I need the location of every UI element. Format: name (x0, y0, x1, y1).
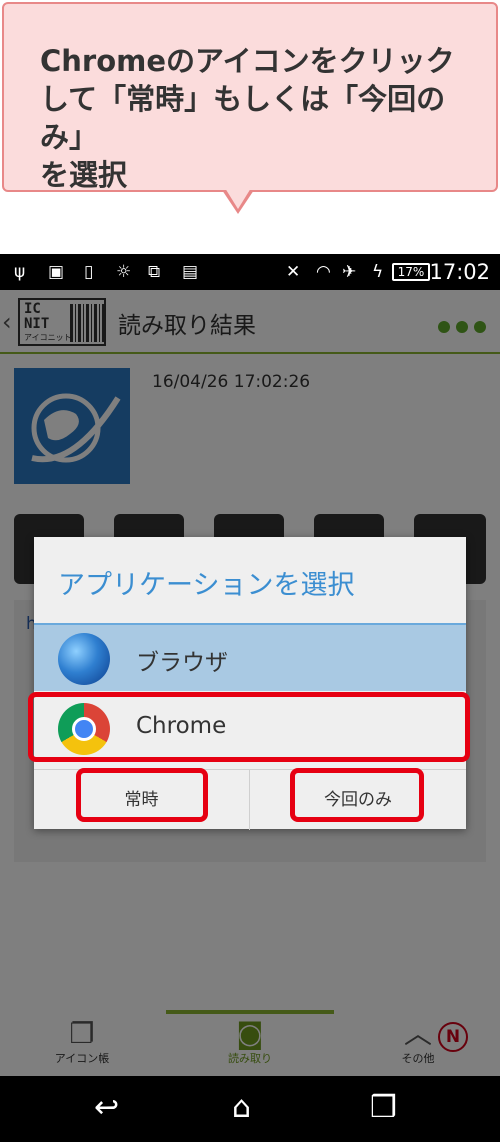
option-browser[interactable]: ブラウザ (34, 625, 466, 691)
recents-icon[interactable]: ❒ (370, 1090, 397, 1126)
globe-icon (58, 633, 110, 685)
system-navigation-bar: ↩ ⌂ ❒ (0, 1076, 500, 1142)
instruction-callout: Chromeのアイコンをクリック して「常時」もしくは「今回のみ」 を選択 (2, 2, 498, 192)
highlight-chrome-option (28, 692, 470, 762)
nfc-off-icon: ✕ (286, 262, 301, 282)
phone-screen: ψ ▣ ▯ ☼ ⧉ ▤ ✕ ◠ ✈ ϟ 17% 17:02 ‹ IC NIT ア… (0, 254, 500, 1142)
photo-icon: ▤ (182, 262, 199, 282)
callout-tail-inner (225, 188, 251, 209)
windows-icon: ⧉ (148, 262, 161, 282)
highlight-always-button (76, 768, 208, 822)
dialog-title: アプリケーションを選択 (58, 570, 355, 601)
back-icon[interactable]: ↩ (94, 1090, 119, 1126)
phone-icon: ▯ (84, 262, 94, 282)
callout-text: Chromeのアイコンをクリック して「常時」もしくは「今回のみ」 を選択 (40, 42, 480, 194)
option-label: ブラウザ (136, 650, 228, 676)
home-icon[interactable]: ⌂ (232, 1090, 251, 1126)
callout-line-2: して「常時」もしくは「今回のみ」 (40, 82, 446, 154)
status-bar: ψ ▣ ▯ ☼ ⧉ ▤ ✕ ◠ ✈ ϟ 17% 17:02 (0, 254, 500, 290)
charging-icon: ϟ (372, 262, 384, 282)
usb-icon: ψ (14, 262, 26, 282)
bulb-icon: ☼ (116, 262, 132, 282)
highlight-just-once-button (290, 768, 424, 822)
callout-line-1: Chromeのアイコンをクリック (40, 44, 455, 78)
callout-line-3: を選択 (40, 158, 128, 192)
battery-indicator: 17% (392, 263, 430, 281)
image-icon: ▣ (48, 262, 65, 282)
status-time: 17:02 (429, 260, 490, 284)
page: Chromeのアイコンをクリック して「常時」もしくは「今回のみ」 を選択 ψ … (0, 0, 500, 1142)
airplane-icon: ✈ (342, 262, 357, 282)
wifi-icon: ◠ (316, 262, 331, 282)
